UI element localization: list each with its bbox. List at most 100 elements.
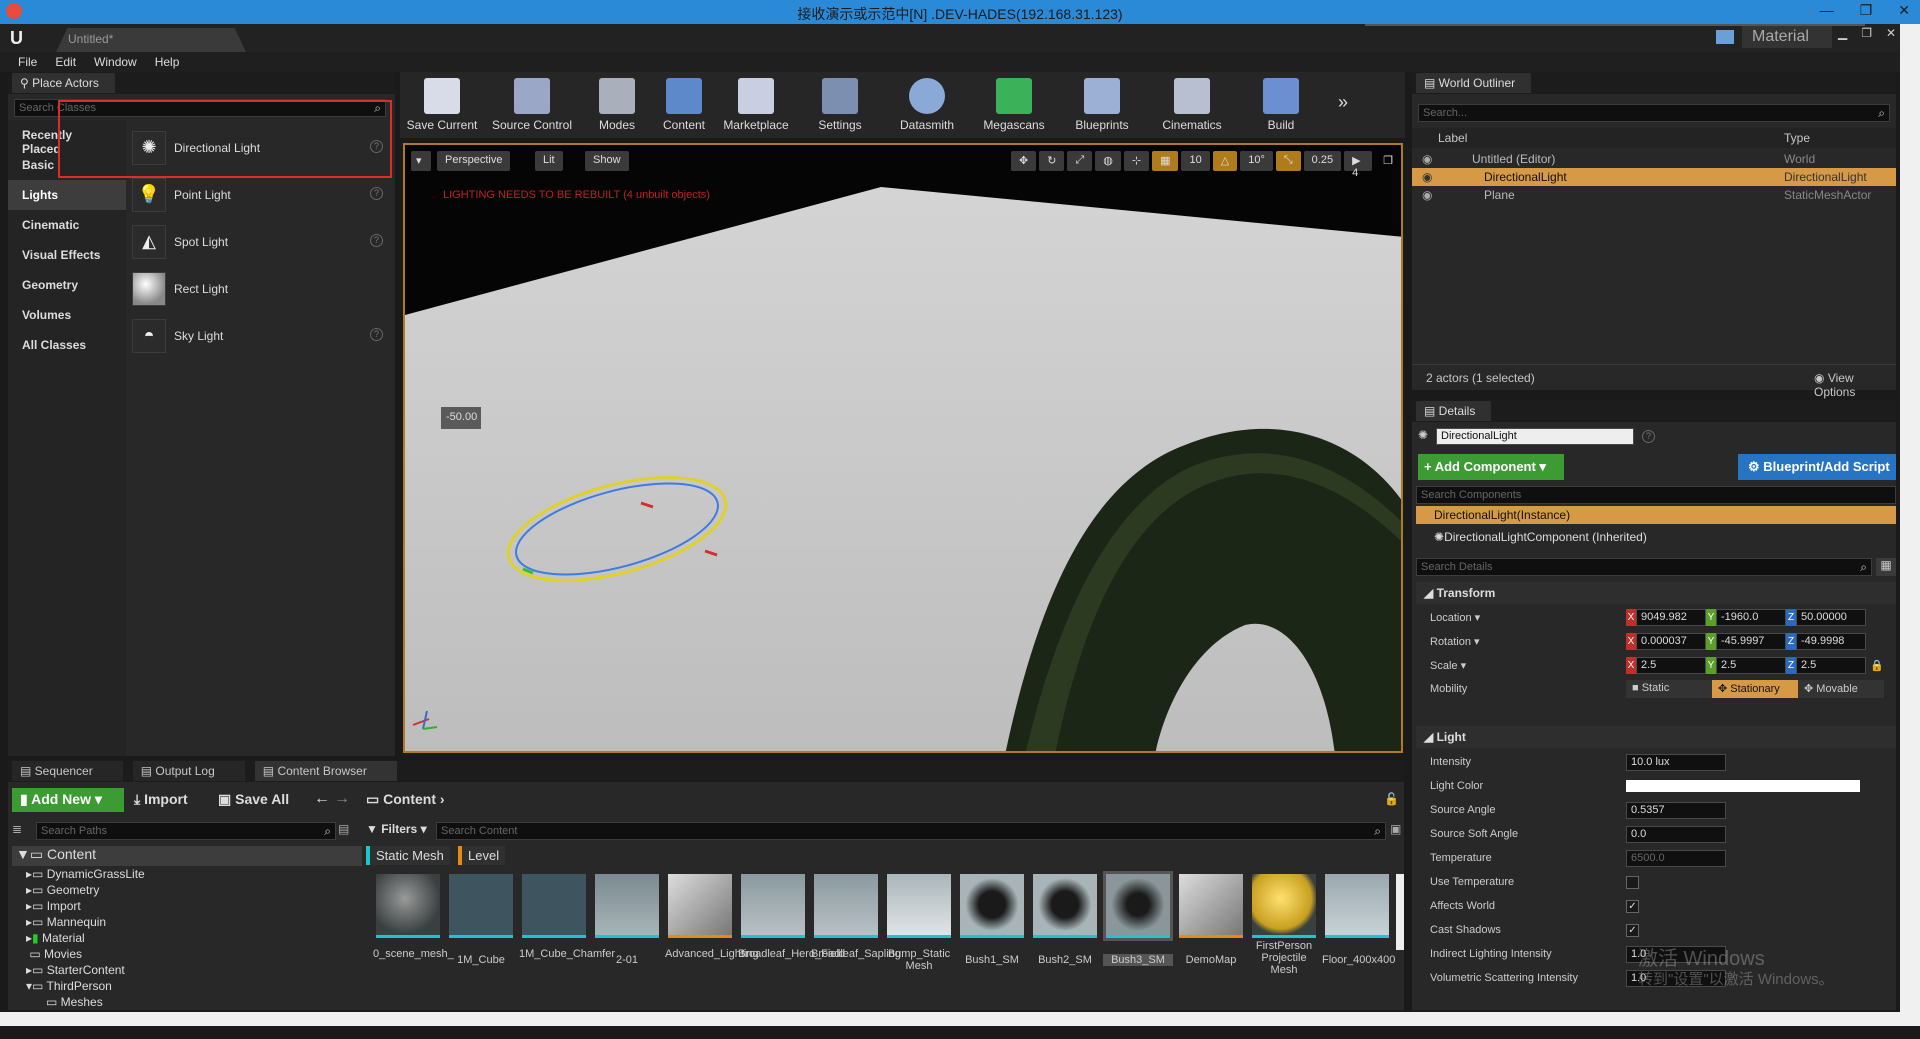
blueprints-button[interactable]: Blueprints (1062, 72, 1142, 136)
view-options-button[interactable]: ◉ View Options (1814, 371, 1896, 399)
asset-thumbnail[interactable] (887, 874, 951, 938)
close-icon[interactable]: ✕ (1898, 2, 1910, 19)
tab-output-log[interactable]: ▤ Output Log (132, 761, 245, 781)
scale-x-field[interactable]: 2.5 (1636, 656, 1706, 674)
eye-icon[interactable]: ◉ (1422, 170, 1432, 184)
menu-edit[interactable]: Edit (55, 55, 76, 69)
filter-chip-level[interactable]: Level (458, 846, 506, 865)
save-current-button[interactable]: Save Current (406, 72, 478, 136)
vertical-scrollbar[interactable] (1900, 24, 1920, 1012)
actor-spot-light[interactable]: ◭ Spot Light? (126, 218, 395, 265)
build-button[interactable]: Build (1242, 72, 1320, 136)
camera-speed[interactable]: ▶ 4 (1344, 151, 1373, 179)
intensity-field[interactable]: 10.0 lux (1626, 753, 1726, 771)
add-component-button[interactable]: + Add Component ▾ (1418, 454, 1564, 480)
asset-thumbnail[interactable] (960, 874, 1024, 938)
add-new-button[interactable]: ▮ Add New ▾ (12, 788, 124, 812)
grid-size[interactable]: 10 (1181, 151, 1210, 171)
category-geometry[interactable]: Geometry (8, 270, 126, 300)
asset-thumbnail[interactable] (668, 874, 732, 938)
tree-folder[interactable]: ▸▭ Import (12, 898, 362, 914)
asset-thumbnail[interactable] (595, 874, 659, 938)
sources-toggle-icon[interactable]: ≣ (12, 822, 22, 836)
grid-view-icon[interactable]: ▦ (1876, 558, 1896, 576)
marketplace-button[interactable]: Marketplace (720, 72, 792, 136)
col-label[interactable]: Label (1438, 131, 1467, 145)
rot-snap-icon[interactable]: △ (1212, 151, 1238, 171)
rotation-x-field[interactable]: 0.000037 (1636, 632, 1706, 650)
blueprint-add-script-button[interactable]: ⚙ Blueprint/Add Script (1738, 454, 1896, 480)
menu-file[interactable]: File (18, 55, 37, 69)
asset-thumbnail[interactable] (1325, 874, 1389, 938)
viewport-options-button[interactable]: ▾ (411, 151, 431, 171)
editor-minimize-icon[interactable]: ▁ (1838, 26, 1847, 40)
tree-folder[interactable]: ▸▮ Material (12, 930, 362, 946)
editor-close-icon[interactable]: ✕ (1886, 26, 1896, 40)
scale-z-field[interactable]: 2.5 (1796, 656, 1866, 674)
actor-name-field[interactable]: DirectionalLight (1436, 428, 1634, 445)
scale-snap-icon[interactable]: ⤡ (1275, 151, 1301, 171)
scale-label[interactable]: Scale ▾ (1416, 659, 1626, 672)
content-button[interactable]: Content (656, 72, 712, 136)
tree-folder[interactable]: ▸▭ StarterContent (12, 962, 362, 978)
lock-icon[interactable]: 🔓 (1384, 792, 1399, 806)
actor-point-light[interactable]: 💡 Point Light? (126, 171, 395, 218)
lock-icon[interactable]: 🔒 (1870, 659, 1884, 672)
scale-size[interactable]: 0.25 (1303, 151, 1342, 171)
category-volumes[interactable]: Volumes (8, 300, 126, 330)
source-angle-field[interactable]: 0.5357 (1626, 801, 1726, 819)
light-section-header[interactable]: ◢ Light (1416, 726, 1896, 748)
maximize-icon[interactable]: ❐ (1860, 2, 1873, 19)
category-cinematic[interactable]: Cinematic (8, 210, 126, 240)
back-icon[interactable]: ← (314, 790, 330, 808)
world-icon[interactable]: ◍ (1095, 151, 1121, 171)
location-y-field[interactable]: -1960.0 (1716, 608, 1786, 626)
category-visual-effects[interactable]: Visual Effects (8, 240, 126, 270)
rotation-label[interactable]: Rotation ▾ (1416, 635, 1626, 648)
eye-icon[interactable]: ◉ (1422, 152, 1432, 166)
source-soft-angle-field[interactable]: 0.0 (1626, 825, 1726, 843)
cast-shadows-checkbox[interactable]: ✓ (1626, 923, 1639, 937)
asset-thumbnail-selected[interactable] (1103, 871, 1173, 941)
settings-button[interactable]: Settings (800, 72, 880, 136)
tab-sequencer[interactable]: ▤ Sequencer (12, 761, 123, 781)
tab-details[interactable]: ▤ Details (1416, 401, 1492, 421)
scale-y-field[interactable]: 2.5 (1716, 656, 1786, 674)
asset-thumbnail[interactable] (376, 874, 440, 938)
search-details-input[interactable]: Search Details ⌕ (1416, 558, 1872, 576)
filters-button[interactable]: ▼ Filters ▾ (366, 822, 427, 836)
source-control-button[interactable]: Source Control (486, 72, 578, 136)
menu-help[interactable]: Help (155, 55, 180, 69)
transform-section-header[interactable]: ◢ Transform (1416, 582, 1896, 604)
outliner-row[interactable]: ◉ Untitled (Editor) World (1412, 150, 1896, 168)
location-z-field[interactable]: 50.00000 (1796, 608, 1866, 626)
perspective-button[interactable]: Perspective (437, 151, 511, 171)
maximize-viewport-icon[interactable]: ❐ (1375, 151, 1401, 171)
path-list-icon[interactable]: ▤ (338, 822, 349, 836)
editor-restore-icon[interactable]: ❐ (1861, 26, 1872, 40)
tree-content[interactable]: ▼▭ Content (12, 846, 362, 866)
mobility-static[interactable]: ■ Static (1626, 680, 1712, 698)
show-button[interactable]: Show (585, 151, 629, 171)
toolbar-expand-icon[interactable]: » (1328, 72, 1358, 136)
asset-thumbnail[interactable] (1179, 874, 1243, 938)
asset-thumbnail[interactable] (741, 874, 805, 938)
tree-folder[interactable]: ▭ Meshes (12, 994, 362, 1010)
category-all-classes[interactable]: All Classes (8, 330, 126, 360)
affects-world-checkbox[interactable]: ✓ (1626, 899, 1639, 913)
tree-folder[interactable]: ▭ Movies (12, 946, 362, 962)
rot-size[interactable]: 10° (1240, 151, 1273, 171)
location-label[interactable]: Location ▾ (1416, 611, 1626, 624)
help-icon[interactable]: ? (1642, 430, 1655, 443)
rotation-y-field[interactable]: -45.9997 (1716, 632, 1786, 650)
tab-content-browser[interactable]: ▤ Content Browser (254, 761, 397, 781)
search-paths-input[interactable]: Search Paths ⌕ (36, 822, 336, 840)
tab-world-outliner[interactable]: ▤ World Outliner (1416, 73, 1532, 93)
tab-place-actors[interactable]: ⚲ Place Actors (12, 73, 115, 93)
menu-window[interactable]: Window (94, 55, 137, 69)
minimize-icon[interactable]: — (1820, 2, 1834, 19)
asset-thumbnail[interactable] (1033, 874, 1097, 938)
tree-folder[interactable]: ▾▭ ThirdPerson (12, 978, 362, 994)
outliner-row[interactable]: ◉ Plane StaticMeshActor (1412, 186, 1896, 204)
cinematics-button[interactable]: Cinematics (1150, 72, 1234, 136)
